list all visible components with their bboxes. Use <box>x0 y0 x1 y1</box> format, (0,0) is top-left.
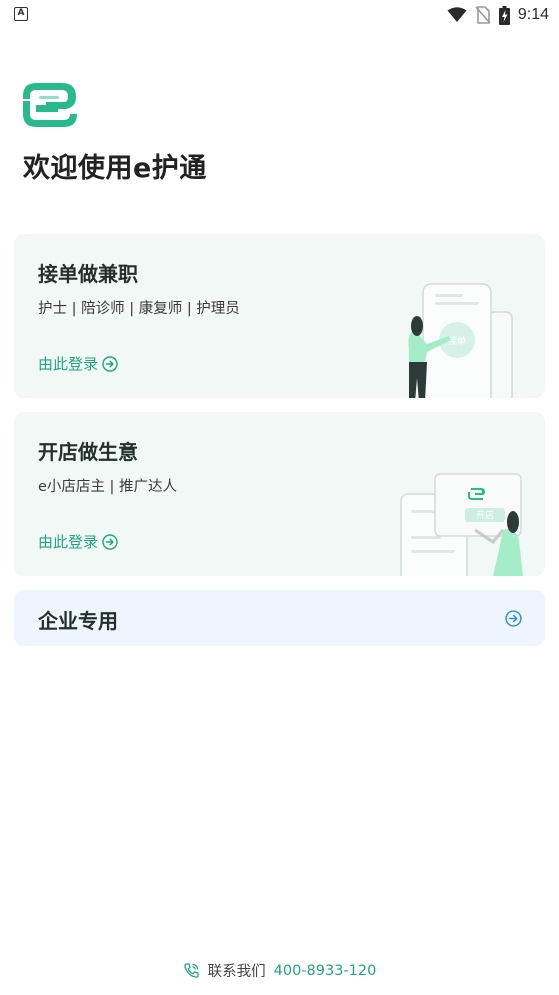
arrow-circle-right-icon[interactable] <box>505 610 522 627</box>
login-link-label: 由此登录 <box>38 533 99 551</box>
battery-charging-icon <box>498 5 510 25</box>
open-shop-login-card[interactable]: 开店做生意 e小店店主 | 推广达人 由此登录 开店 <box>14 412 545 576</box>
card-title: 开店做生意 <box>38 440 138 464</box>
card-subtitle: e小店店主 | 推广达人 <box>38 479 178 495</box>
no-sim-icon <box>475 6 491 24</box>
card-title: 接单做兼职 <box>38 262 138 286</box>
status-bar: A 9:14 <box>0 0 559 30</box>
illustration-button-label: 接单 <box>448 335 466 347</box>
shop-owner-illustration: 开店 <box>400 473 523 576</box>
login-link-label: 由此登录 <box>38 355 99 373</box>
card-title: 企业专用 <box>38 609 118 633</box>
arrow-circle-right-icon <box>102 533 118 550</box>
contact-label: 联系我们 <box>207 964 266 980</box>
app-logo-icon <box>23 83 77 127</box>
login-link[interactable]: 由此登录 <box>38 353 118 374</box>
part-time-login-card[interactable]: 接单做兼职 护士 | 陪诊师 | 康复师 | 护理员 由此登录 接单 <box>14 234 545 398</box>
login-link[interactable]: 由此登录 <box>38 531 118 552</box>
status-icons: 9:14 <box>447 4 549 26</box>
arrow-circle-right-icon <box>102 355 118 372</box>
status-time: 9:14 <box>517 6 549 23</box>
card-subtitle: 护士 | 陪诊师 | 康复师 | 护理员 <box>38 301 240 317</box>
welcome-title: 欢迎使用e护通 <box>23 153 207 184</box>
contact-footer[interactable]: 联系我们 400-8933-120 <box>0 960 559 981</box>
illustration-button-label: 开店 <box>476 509 494 521</box>
nurse-phone-illustration: 接单 <box>408 283 513 398</box>
notification-app-icon: A <box>14 7 28 21</box>
wifi-icon <box>447 7 467 22</box>
phone-icon <box>183 963 199 978</box>
contact-phone-link[interactable]: 400-8933-120 <box>274 963 377 979</box>
enterprise-card[interactable]: 企业专用 <box>14 590 545 646</box>
